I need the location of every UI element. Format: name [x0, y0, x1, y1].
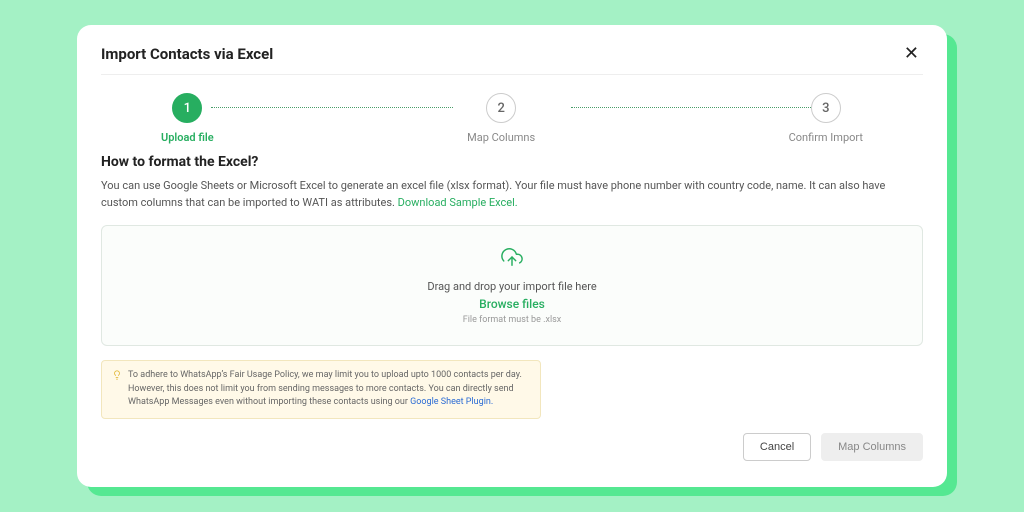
section-heading: How to format the Excel? — [101, 154, 923, 170]
modal-title: Import Contacts via Excel — [101, 45, 273, 63]
step-2: 2 Map Columns — [467, 93, 535, 144]
dropzone-text: Drag and drop your import file here — [427, 280, 596, 293]
google-sheet-plugin-link[interactable]: Google Sheet Plugin. — [410, 397, 493, 407]
browse-files-link[interactable]: Browse files — [479, 297, 545, 311]
download-sample-link[interactable]: Download Sample Excel. — [398, 196, 518, 209]
step-connector — [211, 107, 453, 108]
cancel-button[interactable]: Cancel — [743, 433, 811, 461]
step-label: Confirm Import — [789, 131, 863, 144]
step-label: Upload file — [161, 131, 214, 144]
import-modal: Import Contacts via Excel ✕ 1 Upload fil… — [77, 25, 947, 487]
file-format-hint: File format must be .xlsx — [463, 315, 562, 325]
modal-footer: Cancel Map Columns — [101, 433, 923, 461]
step-label: Map Columns — [467, 131, 535, 144]
stepper: 1 Upload file 2 Map Columns 3 Confirm Im… — [101, 75, 923, 154]
upload-icon — [501, 246, 523, 272]
step-circle: 1 — [172, 93, 202, 123]
file-dropzone[interactable]: Drag and drop your import file here Brow… — [101, 225, 923, 346]
step-connector — [571, 107, 813, 108]
section-description: You can use Google Sheets or Microsoft E… — [101, 178, 923, 211]
step-circle: 2 — [486, 93, 516, 123]
map-columns-button[interactable]: Map Columns — [821, 433, 923, 461]
close-button[interactable]: ✕ — [900, 43, 923, 64]
step-3: 3 Confirm Import — [789, 93, 863, 144]
lightbulb-icon — [112, 370, 122, 410]
modal-header: Import Contacts via Excel ✕ — [101, 43, 923, 75]
close-icon: ✕ — [904, 43, 919, 63]
alert-text: To adhere to WhatsApp’s Fair Usage Polic… — [128, 369, 530, 410]
usage-alert: To adhere to WhatsApp’s Fair Usage Polic… — [101, 360, 541, 419]
step-circle: 3 — [811, 93, 841, 123]
step-1: 1 Upload file — [161, 93, 214, 144]
